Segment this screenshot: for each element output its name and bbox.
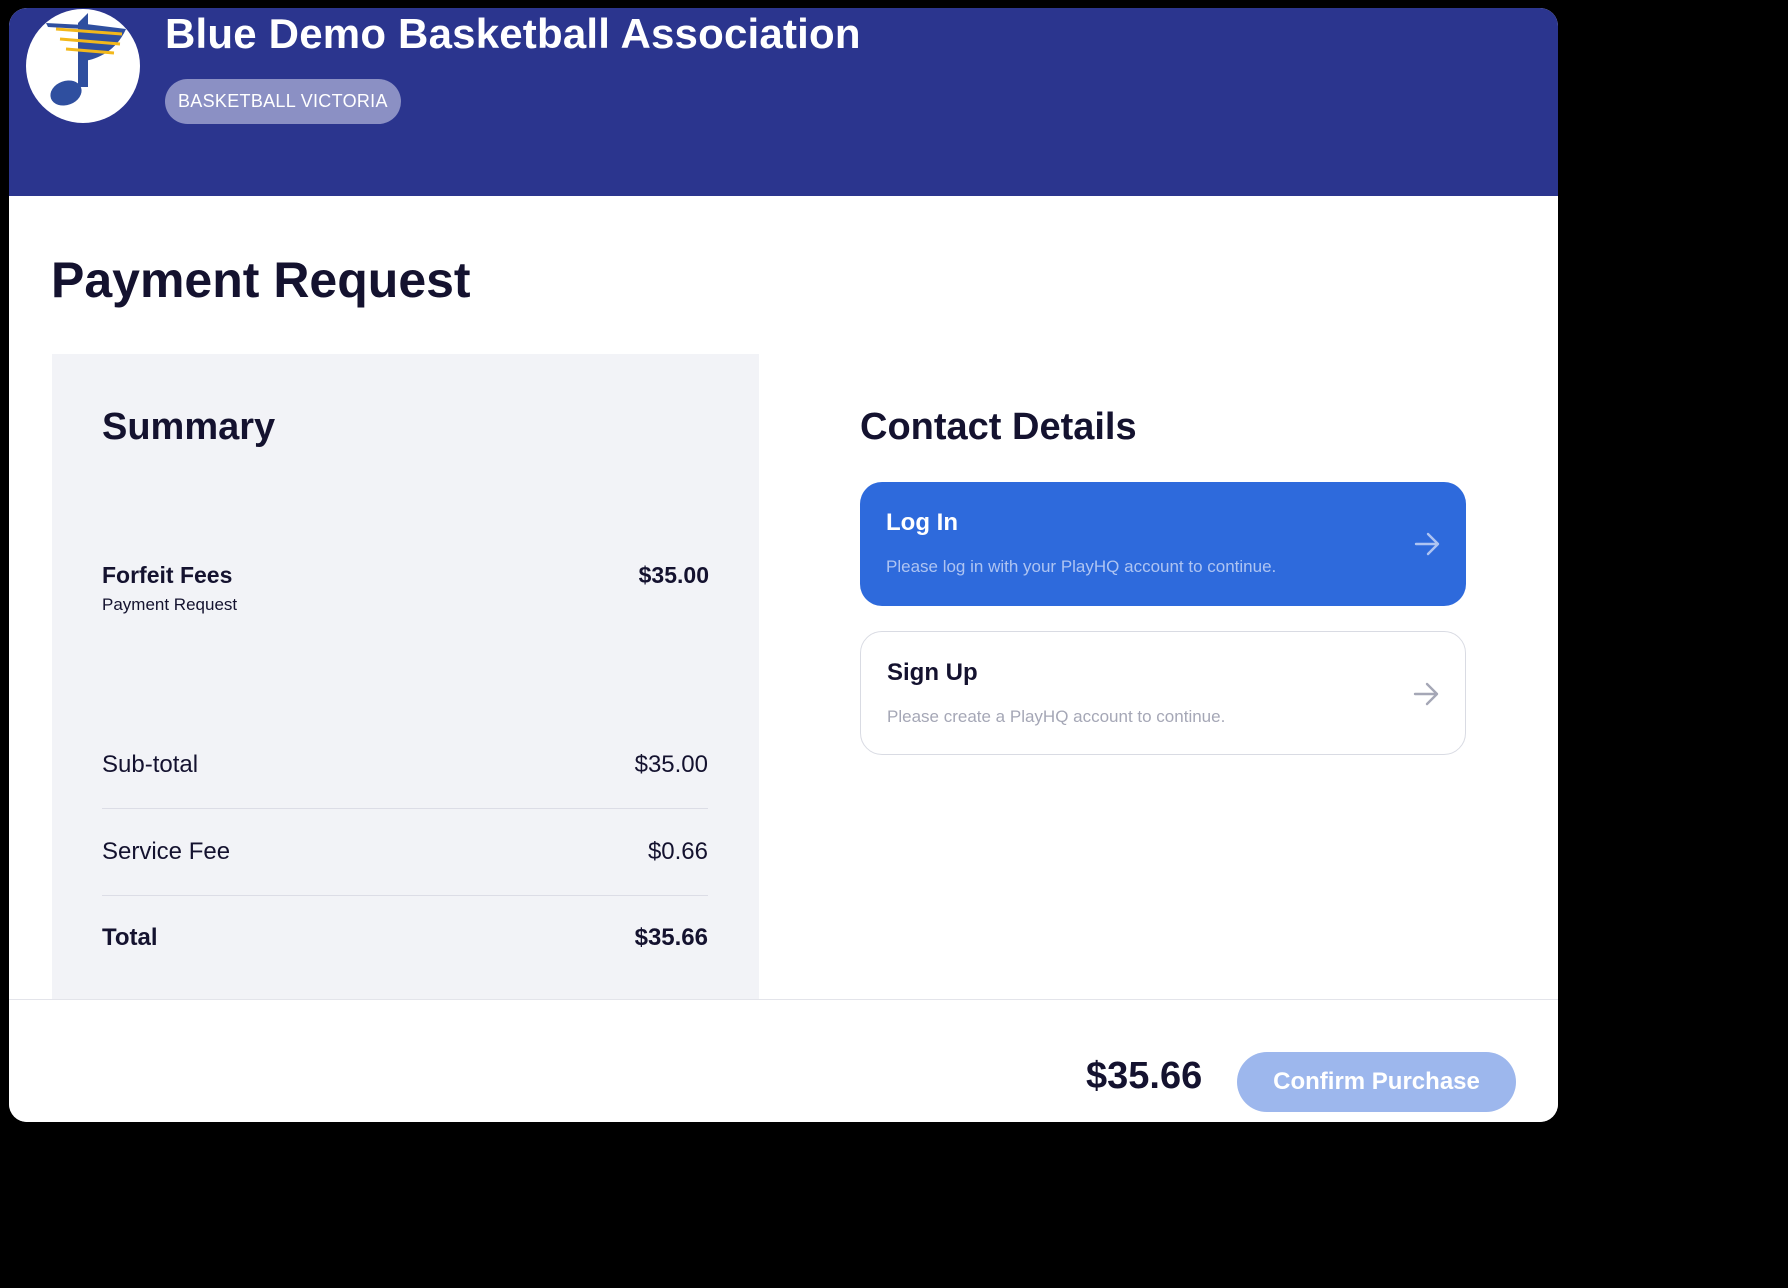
page-title: Payment Request [51, 252, 471, 308]
subtotal-label: Sub-total [102, 751, 199, 778]
service-fee-row: Service Fee $0.66 [102, 809, 708, 896]
app-window: Blue Demo Basketball Association BASKETB… [9, 8, 1558, 1122]
login-title: Log In [886, 509, 958, 536]
arrow-right-icon [1412, 680, 1440, 708]
summary-heading: Summary [102, 406, 276, 448]
service-fee-value: $0.66 [647, 838, 708, 865]
signup-card[interactable]: Sign Up Please create a PlayHQ account t… [860, 631, 1466, 755]
total-label: Total [102, 924, 158, 951]
confirm-purchase-button[interactable]: Confirm Purchase [1237, 1052, 1516, 1112]
arrow-right-icon [1413, 530, 1441, 558]
login-card[interactable]: Log In Please log in with your PlayHQ ac… [860, 482, 1466, 606]
organisation-banner: Blue Demo Basketball Association BASKETB… [9, 8, 1558, 196]
checkout-footer: $35.66 Confirm Purchase [9, 999, 1558, 1122]
total-value: $35.66 [634, 924, 708, 951]
summary-panel: Summary Forfeit Fees Payment Request $35… [52, 354, 759, 999]
login-description: Please log in with your PlayHQ account t… [886, 557, 1277, 576]
line-item-amount: $35.00 [638, 562, 709, 588]
contact-details-heading: Contact Details [860, 406, 1137, 448]
footer-total-amount: $35.66 [1086, 1055, 1203, 1097]
association-badge: BASKETBALL VICTORIA [165, 79, 401, 124]
signup-title: Sign Up [887, 659, 978, 686]
total-row: Total $35.66 [102, 895, 708, 981]
line-item-description: Payment Request [102, 595, 238, 614]
subtotal-value: $35.00 [634, 751, 708, 778]
service-fee-label: Service Fee [102, 838, 231, 865]
music-note-logo-icon [26, 9, 140, 123]
organisation-name: Blue Demo Basketball Association [165, 10, 861, 57]
line-item-name: Forfeit Fees [102, 562, 233, 588]
signup-description: Please create a PlayHQ account to contin… [887, 707, 1226, 726]
subtotal-row: Sub-total $35.00 [102, 722, 708, 809]
